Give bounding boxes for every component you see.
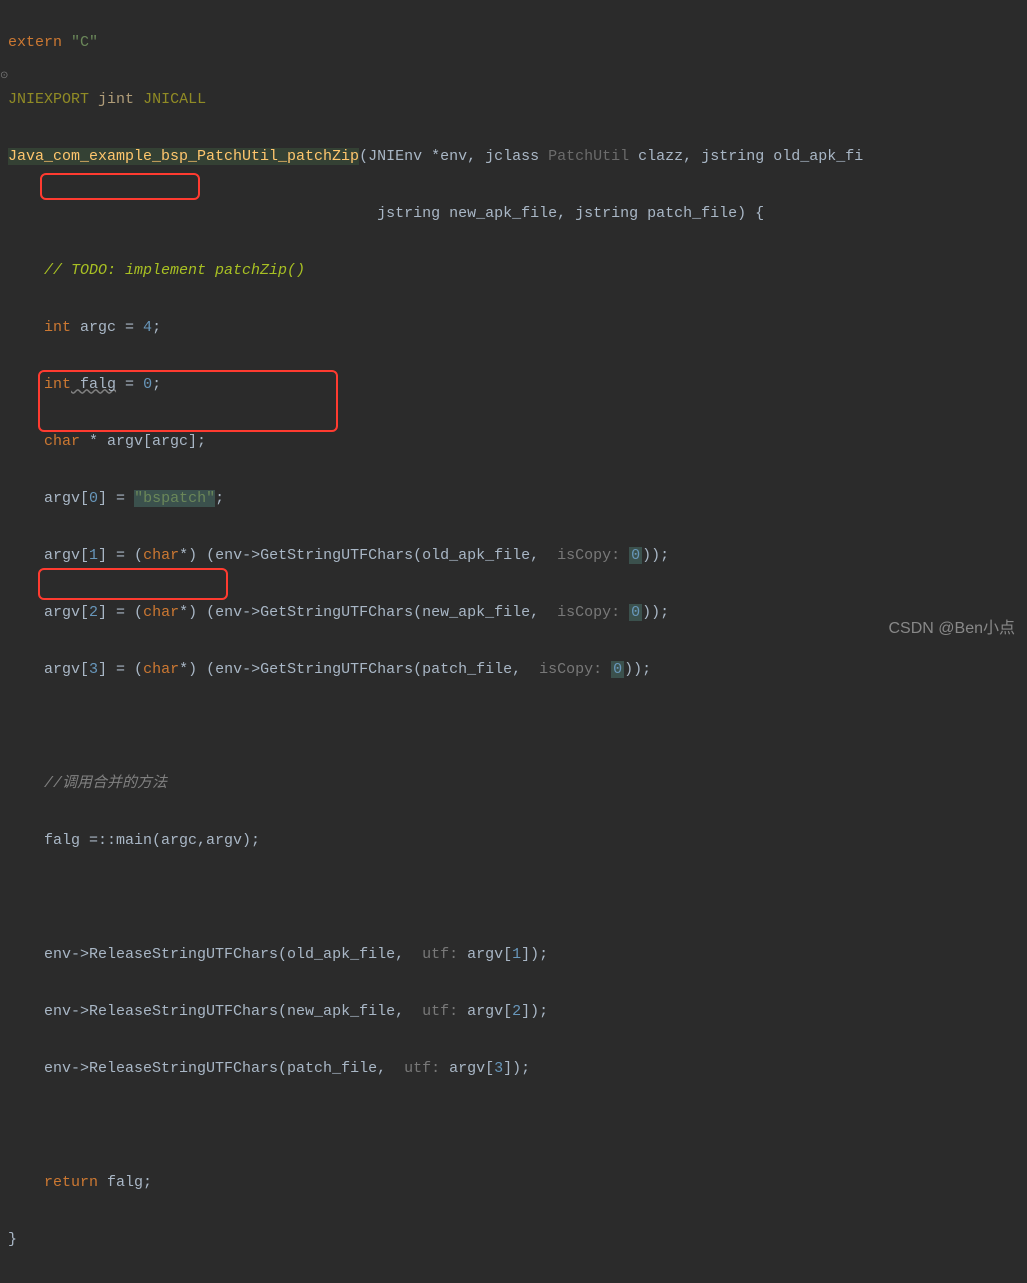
code-line: JNIEXPORT jint JNICALL	[8, 86, 1019, 115]
code-line: env->ReleaseStringUTFChars(old_apk_file,…	[8, 941, 1019, 970]
code-line: argv[3] = (char*) (env->GetStringUTFChar…	[8, 656, 1019, 685]
code-line: int argc = 4;	[8, 314, 1019, 343]
watermark: CSDN @Ben小点	[889, 614, 1016, 644]
code-line: jstring new_apk_file, jstring patch_file…	[8, 200, 1019, 229]
code-editor[interactable]: extern "C" JNIEXPORT jint JNICALL Java_c…	[0, 0, 1027, 1283]
code-line	[8, 713, 1019, 742]
code-line: //调用合并的方法	[8, 770, 1019, 799]
code-line: extern "C"	[8, 29, 1019, 58]
code-line: int falg = 0;	[8, 371, 1019, 400]
code-line: char * argv[argc];	[8, 428, 1019, 457]
code-line: env->ReleaseStringUTFChars(patch_file, u…	[8, 1055, 1019, 1084]
code-line: Java_com_example_bsp_PatchUtil_patchZip(…	[8, 143, 1019, 172]
code-line: argv[0] = "bspatch";	[8, 485, 1019, 514]
code-line: }	[8, 1226, 1019, 1255]
code-line	[8, 884, 1019, 913]
code-line: argv[1] = (char*) (env->GetStringUTFChar…	[8, 542, 1019, 571]
code-line: env->ReleaseStringUTFChars(new_apk_file,…	[8, 998, 1019, 1027]
code-line: argv[2] = (char*) (env->GetStringUTFChar…	[8, 599, 1019, 628]
code-line: falg =::main(argc,argv);	[8, 827, 1019, 856]
code-line: return falg;	[8, 1169, 1019, 1198]
code-line	[8, 1112, 1019, 1141]
code-line: // TODO: implement patchZip()	[8, 257, 1019, 286]
gutter-override-icon[interactable]: ⊙	[0, 67, 8, 86]
